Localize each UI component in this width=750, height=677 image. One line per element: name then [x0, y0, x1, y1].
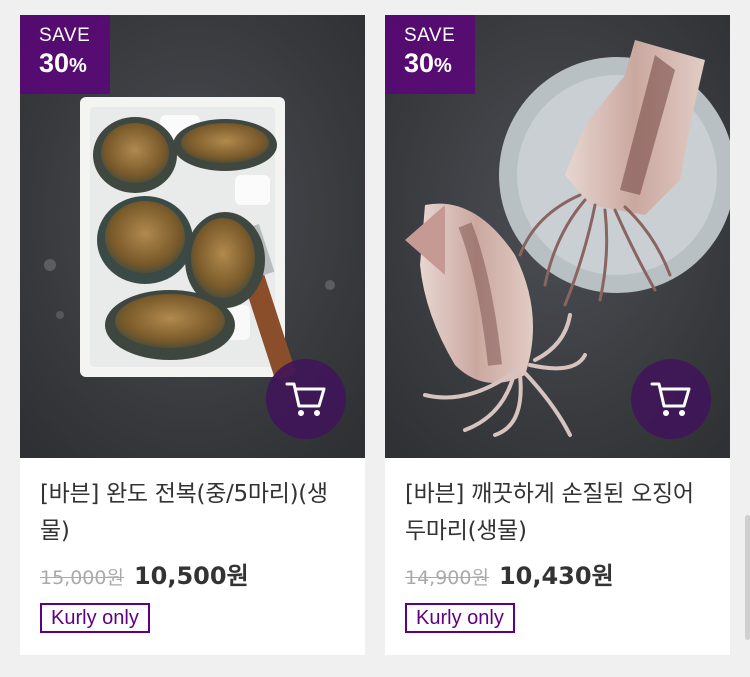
save-label: SAVE — [39, 25, 91, 46]
cart-icon — [285, 382, 326, 416]
sale-price: 10,500원 — [133, 562, 249, 590]
product-name[interactable]: [바븐] 깨끗하게 손질된 오징어 두마리(생물) — [405, 476, 710, 550]
original-price: 14,900원 — [405, 567, 489, 589]
original-price: 15,000원 — [40, 567, 124, 589]
product-card[interactable]: SAVE 30% [바븐] 완도 전복(중/5마리)(생물) 15,000원 1… — [20, 15, 365, 655]
discount-percent: 30% — [404, 48, 452, 78]
save-badge: SAVE 30% — [20, 15, 110, 94]
add-to-cart-button[interactable] — [266, 359, 346, 439]
kurly-only-tag: Kurly only — [405, 603, 515, 633]
kurly-only-tag: Kurly only — [40, 603, 150, 633]
save-label: SAVE — [404, 25, 456, 46]
add-to-cart-button[interactable] — [631, 359, 711, 439]
cart-icon — [650, 382, 691, 416]
product-name[interactable]: [바븐] 완도 전복(중/5마리)(생물) — [40, 476, 345, 550]
product-image[interactable]: SAVE 30% — [385, 15, 730, 458]
product-image[interactable]: SAVE 30% — [20, 15, 365, 458]
sale-price: 10,430원 — [498, 562, 614, 590]
discount-percent: 30% — [39, 48, 87, 78]
scrollbar[interactable] — [745, 515, 750, 640]
save-badge: SAVE 30% — [385, 15, 475, 94]
product-card[interactable]: SAVE 30% [바븐] 깨끗하게 손질된 오징어 두마리(생물) 14,90… — [385, 15, 730, 655]
